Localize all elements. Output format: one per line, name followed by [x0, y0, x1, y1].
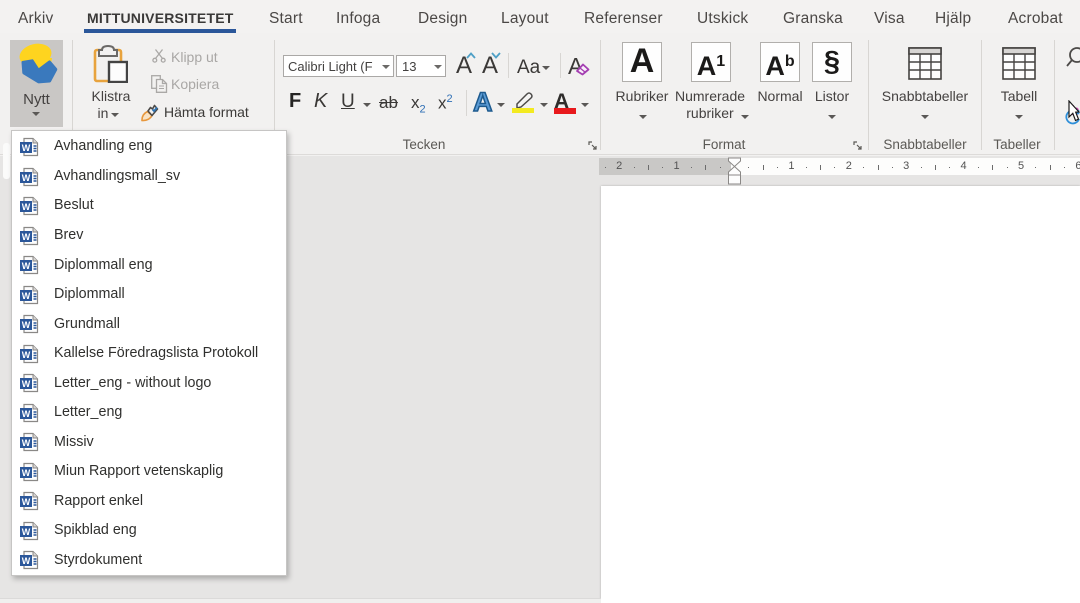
svg-text:W: W [22, 202, 31, 212]
svg-text:W: W [22, 143, 31, 153]
svg-text:W: W [22, 556, 31, 566]
svg-text:W: W [22, 497, 31, 507]
svg-text:W: W [22, 468, 31, 478]
svg-text:W: W [22, 320, 31, 330]
svg-text:W: W [22, 232, 31, 242]
svg-text:W: W [22, 379, 31, 389]
svg-text:A: A [473, 90, 493, 115]
svg-text:W: W [22, 291, 31, 301]
svg-text:W: W [22, 409, 31, 419]
svg-text:W: W [22, 438, 31, 448]
svg-text:W: W [22, 173, 31, 183]
svg-text:W: W [22, 350, 31, 360]
svg-text:W: W [22, 527, 31, 537]
svg-text:W: W [22, 261, 31, 271]
